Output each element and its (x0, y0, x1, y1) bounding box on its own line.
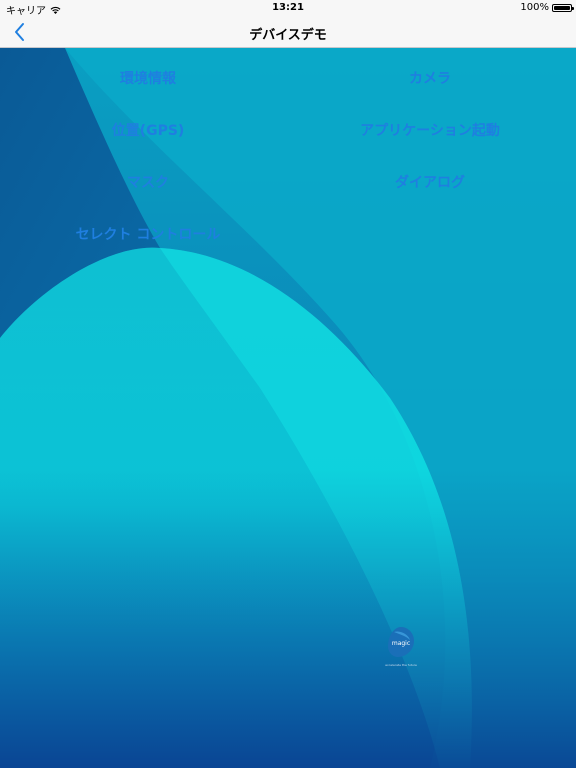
logo-tagline: accelerate the future (385, 663, 417, 667)
menu-app-launch[interactable]: アプリケーション起動 (360, 120, 500, 140)
menu-dialog[interactable]: ダイアログ (395, 172, 465, 192)
magic-logo-icon: magic (388, 627, 414, 657)
navigation-bar: デバイスデモ (0, 16, 576, 48)
menu-select-control[interactable]: セレクト コントロール (76, 224, 221, 244)
status-right: 100% (520, 2, 574, 13)
battery-icon (552, 3, 574, 12)
background-graphic (0, 48, 576, 768)
content-area: 環境情報 カメラ 位置(GPS) アプリケーション起動 マスク ダイアログ セレ… (0, 48, 576, 768)
status-bar: キャリア 13:21 100% (0, 0, 576, 17)
status-time: 13:21 (272, 2, 304, 13)
magic-logo: magic accelerate the future (380, 626, 422, 667)
battery-percent: 100% (520, 2, 549, 13)
menu-mask[interactable]: マスク (127, 172, 169, 192)
page-title: デバイスデモ (249, 28, 327, 43)
logo-text: magic (392, 640, 410, 647)
menu-gps[interactable]: 位置(GPS) (112, 120, 185, 140)
menu-env-info[interactable]: 環境情報 (120, 68, 176, 88)
menu-camera[interactable]: カメラ (409, 68, 451, 88)
